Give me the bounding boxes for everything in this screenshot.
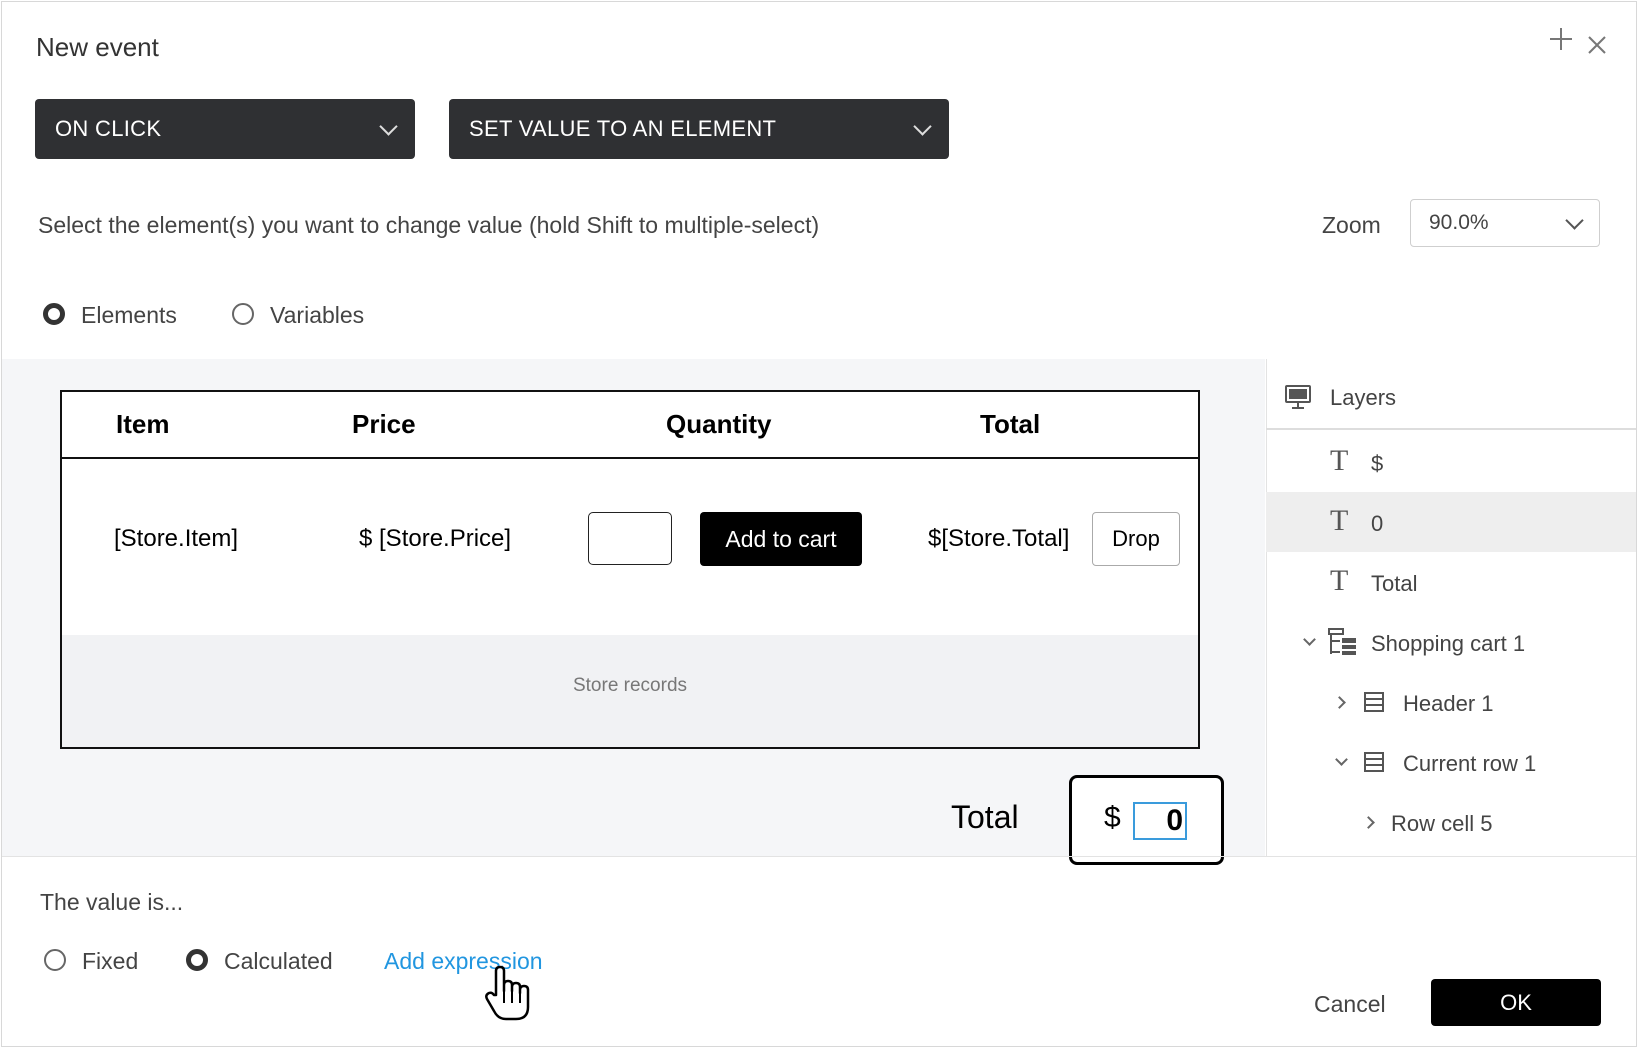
quantity-input[interactable] [588,512,672,565]
row-icon [1364,752,1384,777]
layer-label[interactable]: Total [1371,571,1417,597]
cell-total[interactable]: $[Store.Total] [928,525,1069,553]
ok-button[interactable]: OK [1431,979,1601,1026]
total-value-selected[interactable]: 0 [1133,802,1187,840]
section-divider [2,856,1636,857]
chevron-down-icon [913,116,932,136]
drop-button[interactable]: Drop [1092,512,1180,566]
variables-radio[interactable] [232,303,254,330]
zoom-value: 90.0% [1429,211,1489,234]
text-icon: T [1330,564,1349,597]
row-icon [1364,692,1384,717]
text-icon: T [1330,504,1349,537]
action-dropdown-value: SET VALUE TO AN ELEMENT [469,116,777,141]
column-header-total[interactable]: Total [980,409,1040,440]
column-header-item[interactable]: Item [116,409,169,440]
layers-title: Layers [1330,385,1397,410]
action-dropdown[interactable]: SET VALUE TO AN ELEMENT [449,99,949,159]
radio-empty-icon [44,949,66,971]
hand-cursor-icon [482,965,536,1028]
trigger-dropdown[interactable]: ON CLICK [35,99,415,159]
text-icon: T [1330,444,1349,477]
layer-label[interactable]: Header 1 [1403,691,1494,717]
store-records-area: Store records [62,635,1198,747]
chevron-down-icon [379,116,398,136]
radio-empty-icon [232,303,254,325]
column-header-quantity[interactable]: Quantity [666,409,771,440]
elements-radio-label[interactable]: Elements [81,302,177,329]
layer-label[interactable]: $ [1371,451,1383,477]
new-event-dialog: New event ON CLICK SET VALUE TO AN ELEME… [1,1,1637,1047]
cell-item[interactable]: [Store.Item] [114,525,238,553]
fixed-radio-label[interactable]: Fixed [82,948,138,975]
cell-price[interactable]: $ [Store.Price] [359,525,511,553]
layer-row-dollar[interactable] [1266,433,1636,493]
radio-selected-icon [43,303,65,325]
radio-selected-icon [186,949,208,971]
layer-label[interactable]: Current row 1 [1403,751,1536,777]
zoom-dropdown[interactable]: 90.0% [1410,199,1600,247]
variables-radio-label[interactable]: Variables [270,302,364,329]
calculated-radio-label[interactable]: Calculated [224,948,333,975]
close-icon[interactable] [1587,27,1607,61]
layer-label[interactable]: Row cell 5 [1391,811,1492,837]
fixed-radio[interactable] [44,949,66,976]
add-to-cart-button[interactable]: Add to cart [700,512,862,566]
chevron-down-icon [1565,210,1584,230]
store-records-label: Store records [572,675,688,696]
value-is-label: The value is... [40,889,184,915]
layers-header [1266,360,1636,430]
plus-icon[interactable] [1548,24,1574,58]
total-label[interactable]: Total [951,799,1019,836]
layer-row-total[interactable] [1266,552,1636,612]
elements-radio[interactable] [43,303,65,330]
layer-label[interactable]: 0 [1371,511,1383,537]
dialog-title: New event [36,32,159,62]
header-divider [60,457,1200,459]
cancel-button[interactable]: Cancel [1314,991,1386,1018]
column-header-price[interactable]: Price [352,409,416,440]
total-value-box[interactable]: $ 0 [1069,775,1224,865]
trigger-dropdown-value: ON CLICK [55,116,162,141]
data-grid-icon [1328,628,1358,661]
instruction-text: Select the element(s) you want to change… [38,212,820,238]
layer-row-zero-selected[interactable] [1266,492,1636,552]
calculated-radio[interactable] [186,949,208,976]
total-currency[interactable]: $ [1104,801,1121,835]
layer-label[interactable]: Shopping cart 1 [1371,631,1525,657]
monitor-icon [1284,383,1312,416]
zoom-label: Zoom [1322,212,1381,238]
